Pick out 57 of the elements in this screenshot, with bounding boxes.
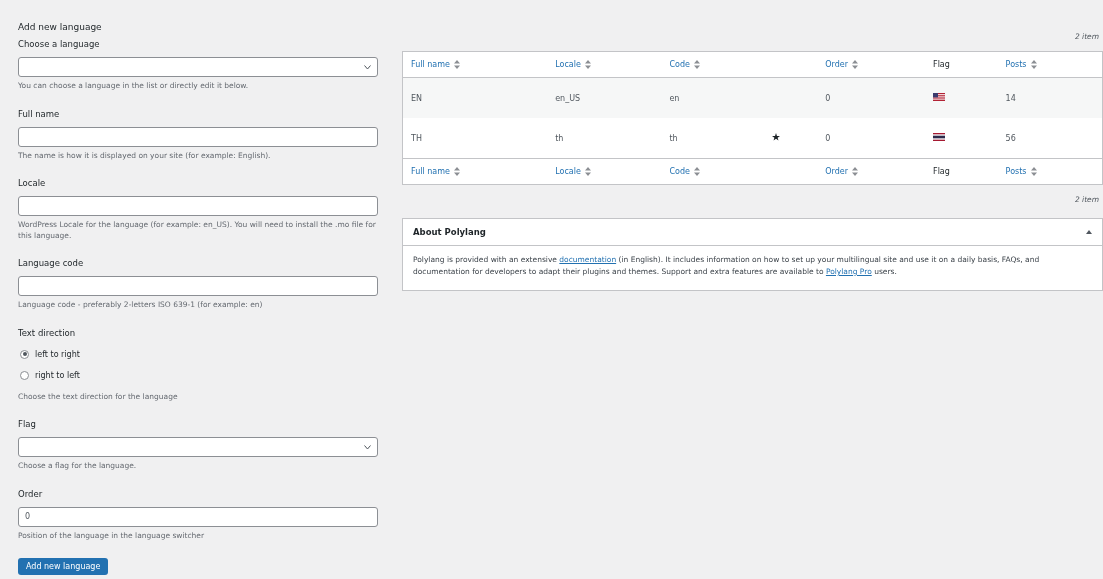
radio-label: left to right bbox=[35, 349, 80, 359]
column-header[interactable]: Locale bbox=[555, 60, 591, 69]
sort-icon bbox=[584, 60, 591, 69]
sort-icon bbox=[693, 167, 700, 176]
table-cell: TH bbox=[402, 118, 548, 159]
sort-icon bbox=[1030, 167, 1037, 176]
field-label: Full name bbox=[18, 108, 61, 119]
table-cell: th bbox=[547, 118, 662, 159]
select-field[interactable] bbox=[18, 437, 378, 457]
table-cell: en bbox=[661, 77, 765, 118]
input-field[interactable]: 0 bbox=[18, 506, 378, 527]
dropdown-caret-icon bbox=[364, 444, 371, 450]
input-field[interactable] bbox=[18, 276, 378, 296]
column-header[interactable]: Order bbox=[825, 167, 858, 176]
input-field[interactable] bbox=[18, 196, 378, 216]
column-header[interactable]: Posts bbox=[1005, 167, 1037, 176]
field-label: Choose a language bbox=[18, 39, 101, 49]
column-header[interactable]: Code bbox=[669, 167, 700, 176]
dropdown-caret-icon bbox=[364, 64, 371, 70]
column-header[interactable]: Locale bbox=[555, 167, 591, 176]
sort-icon bbox=[584, 167, 591, 176]
flag-icon bbox=[933, 133, 946, 141]
sort-icon bbox=[1030, 60, 1037, 69]
sort-icon bbox=[852, 60, 858, 69]
sort-icon bbox=[693, 60, 700, 69]
table-cell: 0 bbox=[817, 77, 926, 118]
table-cell: 56 bbox=[997, 118, 1103, 159]
column-header[interactable]: Order bbox=[825, 60, 858, 69]
field-label: Text direction bbox=[18, 327, 77, 338]
column-header: Flag bbox=[933, 60, 950, 69]
table-cell: 0 bbox=[817, 118, 926, 159]
sort-icon bbox=[852, 167, 858, 176]
table-cell: EN bbox=[402, 77, 548, 118]
add-language-button[interactable]: Add new language bbox=[18, 558, 109, 575]
column-header[interactable]: Posts bbox=[1005, 60, 1037, 69]
select-field[interactable] bbox=[18, 57, 378, 77]
field-label: Flag bbox=[18, 419, 37, 429]
table-cell: 14 bbox=[997, 77, 1103, 118]
sort-icon bbox=[453, 60, 460, 69]
field-label: Order bbox=[18, 488, 44, 499]
field-label: Locale bbox=[18, 178, 47, 188]
input-field[interactable] bbox=[18, 126, 378, 147]
column-header[interactable]: Full name bbox=[411, 167, 460, 176]
table-cell: en_US bbox=[547, 77, 662, 118]
form-title: Add new language bbox=[18, 22, 103, 32]
column-header[interactable]: Code bbox=[669, 60, 700, 69]
field-label: Language code bbox=[18, 258, 85, 268]
column-header[interactable]: Full name bbox=[411, 60, 460, 69]
flag-icon bbox=[933, 93, 946, 101]
collapse-icon[interactable] bbox=[1086, 230, 1092, 234]
panel-title: About Polylang bbox=[413, 227, 486, 237]
radio-button[interactable] bbox=[20, 349, 29, 359]
column-header: Flag bbox=[933, 167, 950, 176]
radio-button[interactable] bbox=[20, 370, 29, 380]
radio-label: right to left bbox=[35, 370, 80, 380]
table-cell: th bbox=[661, 118, 765, 159]
sort-icon bbox=[453, 167, 460, 176]
